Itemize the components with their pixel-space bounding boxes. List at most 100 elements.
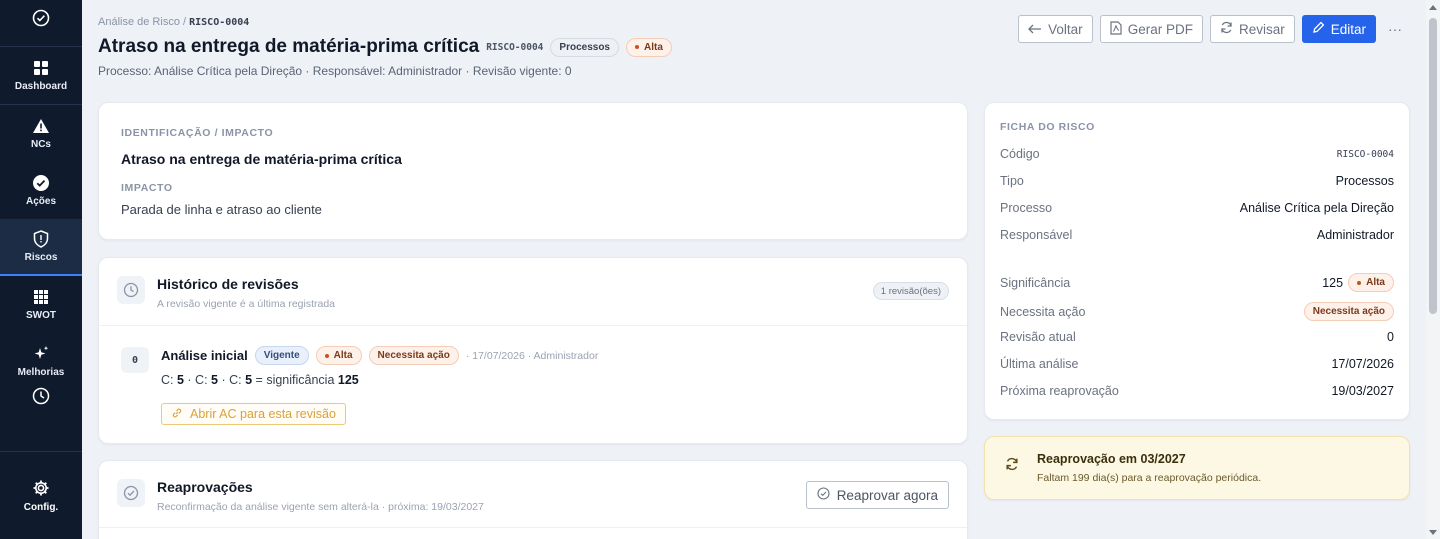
history-subtitle: A revisão vigente é a última registrada (157, 298, 336, 310)
revision-history-card: Histórico de revisões A revisão vigente … (98, 257, 968, 444)
risk-code: RISCO-0004 (486, 41, 544, 53)
sheet-row-needs-action: Necessita ação Necessita ação (1000, 302, 1394, 321)
pdf-file-icon (1110, 20, 1122, 38)
reapprovals-header: Reaprovações Reconfirmação da análise vi… (117, 479, 484, 513)
sidebar-item-label: Ações (25, 196, 56, 207)
sidebar-item-label: Melhorias (17, 367, 65, 378)
sidebar-item-swot[interactable]: SWOT (0, 276, 82, 333)
review-button-label: Revisar (1238, 21, 1285, 37)
sheet-row-code: Código RISCO-0004 (1000, 147, 1394, 161)
sheet-key: Próxima reaprovação (1000, 384, 1119, 398)
revision-calculation: C: 5 · C: 5 · C: 5 = significância 125 (161, 373, 359, 387)
sidebar-item-label: Riscos (24, 252, 58, 263)
dot-icon (1357, 280, 1362, 285)
sheet-key: Última análise (1000, 357, 1079, 371)
revision-count-badge: 1 revisão(ões) (872, 282, 949, 300)
sheet-row-next-reapproval: Próxima reaprovação 19/03/2027 (1000, 384, 1394, 398)
page-title: Atraso na entrega de matéria-prima críti… (98, 36, 480, 57)
sidebar-item-ncs[interactable]: NCs (0, 105, 82, 162)
reapprove-now-button[interactable]: Reaprovar agora (805, 481, 949, 509)
sheet-value: Análise Crítica pela Direção (1239, 201, 1394, 215)
risk-sheet-card: FICHA DO RISCO Código RISCO-0004 Tipo Proc… (984, 102, 1410, 420)
sheet-row-process: Processo Análise Crítica pela Direção (1000, 201, 1394, 215)
shield-alert-icon (32, 230, 50, 248)
revision-title: Análise inicial (161, 348, 248, 363)
sheet-value: 0 (1387, 330, 1394, 344)
generate-pdf-button[interactable]: Gerar PDF (1099, 15, 1203, 43)
sheet-value: RISCO-0004 (1336, 148, 1394, 160)
sidebar-item-riscos[interactable]: Riscos (0, 219, 82, 276)
header-actions: Voltar Gerar PDF Revisar Editar ··· (1018, 15, 1407, 43)
identification-title: Atraso na entrega de matéria-prima críti… (121, 151, 402, 167)
sheet-value: 17/07/2026 (1331, 357, 1394, 371)
sidebar-item-history[interactable] (0, 378, 82, 414)
arrow-left-icon (1028, 22, 1042, 37)
history-title: Histórico de revisões (157, 276, 299, 292)
sheet-value: 19/03/2027 (1331, 384, 1394, 398)
sheet-row-type: Tipo Processos (1000, 174, 1394, 188)
reapprovals-title: Reaprovações (157, 479, 253, 495)
sidebar: Dashboard NCs Ações Riscos SWOT Melhoria… (0, 0, 82, 539)
page-subline: Processo: Análise Crítica pela Direção ·… (98, 64, 572, 78)
sheet-key: Responsável (1000, 228, 1073, 242)
open-ac-label: Abrir AC para esta revisão (190, 407, 336, 421)
review-button[interactable]: Revisar (1209, 15, 1295, 43)
sheet-value: Administrador (1316, 228, 1394, 242)
sheet-row-significance: Significância 125 Alta (1000, 273, 1394, 292)
dot-icon (635, 45, 639, 49)
revision-row: Análise inicial Vigente Alta Necessita a… (161, 346, 598, 365)
c1-value: 5 (176, 373, 184, 387)
generate-pdf-label: Gerar PDF (1127, 21, 1193, 37)
identification-label: IDENTIFICAÇÃO / IMPACTO (121, 127, 274, 139)
significance-badge-label: Alta (1366, 277, 1385, 288)
back-button[interactable]: Voltar (1018, 15, 1093, 43)
reapprovals-card: Reaprovações Reconfirmação da análise vi… (98, 460, 968, 539)
revision-number: 0 (121, 347, 149, 373)
sheet-key: Processo (1000, 201, 1053, 215)
sidebar-item-config[interactable]: Config. (0, 451, 82, 539)
pencil-icon (1312, 21, 1325, 37)
sidebar-item-dashboard[interactable]: Dashboard (0, 47, 82, 104)
sidebar-item-label: SWOT (26, 310, 56, 321)
needs-action-badge: Necessita ação (368, 346, 459, 365)
breadcrumb-separator: / (183, 16, 187, 28)
history-divider (99, 325, 967, 326)
revision-meta: · 17/07/2026 · Administrador (465, 349, 599, 362)
level-badge: Alta (626, 37, 672, 57)
c2-value: 5 (211, 373, 218, 387)
reapprovals-divider (99, 527, 967, 528)
sheet-key: Revisão atual (1000, 330, 1076, 344)
significance-value: 125 (337, 373, 359, 387)
more-options-button[interactable]: ··· (1383, 21, 1407, 37)
breadcrumb-parent[interactable]: Análise de Risco (98, 16, 180, 28)
breadcrumb: Análise de Risco / RISCO-0004 (98, 16, 249, 28)
sidebar-item-label: Config. (23, 501, 59, 513)
scroll-up-icon[interactable] (1429, 5, 1437, 10)
risk-sheet-label: FICHA DO RISCO (1000, 121, 1095, 133)
sheet-key: Código (1000, 147, 1040, 161)
impact-label: IMPACTO (121, 182, 173, 194)
notice-text: Faltam 199 dia(s) para a reaprovação per… (1037, 472, 1262, 484)
reapprove-now-label: Reaprovar agora (836, 487, 938, 503)
sheet-row-owner: Responsável Administrador (1000, 228, 1394, 242)
scroll-thumb[interactable] (1429, 18, 1437, 314)
link-icon (171, 407, 183, 422)
revision-level-label: Alta (333, 350, 353, 361)
identification-card: IDENTIFICAÇÃO / IMPACTO Atraso na entreg… (98, 102, 968, 240)
open-ac-button[interactable]: Abrir AC para esta revisão (161, 403, 346, 425)
clock-icon (117, 276, 145, 304)
c3-value: 5 (245, 373, 253, 387)
c3-prefix: · C: (221, 373, 242, 387)
notice-title: Reaprovação em 03/2027 (1037, 452, 1186, 466)
scroll-down-icon[interactable] (1429, 530, 1437, 535)
app-logo[interactable] (0, 0, 82, 40)
sheet-value: Processos (1335, 174, 1394, 188)
edit-button-label: Editar (1330, 21, 1366, 37)
sheet-row-last-analysis: Última análise 17/07/2026 (1000, 357, 1394, 371)
sidebar-item-acoes[interactable]: Ações (0, 162, 82, 219)
impact-text: Parada de linha e atraso ao cliente (121, 202, 322, 217)
edit-button[interactable]: Editar (1301, 15, 1376, 43)
type-badge: Processos (550, 37, 619, 57)
page-scrollbar[interactable] (1426, 0, 1440, 539)
significance-prefix: = significância (255, 373, 335, 387)
